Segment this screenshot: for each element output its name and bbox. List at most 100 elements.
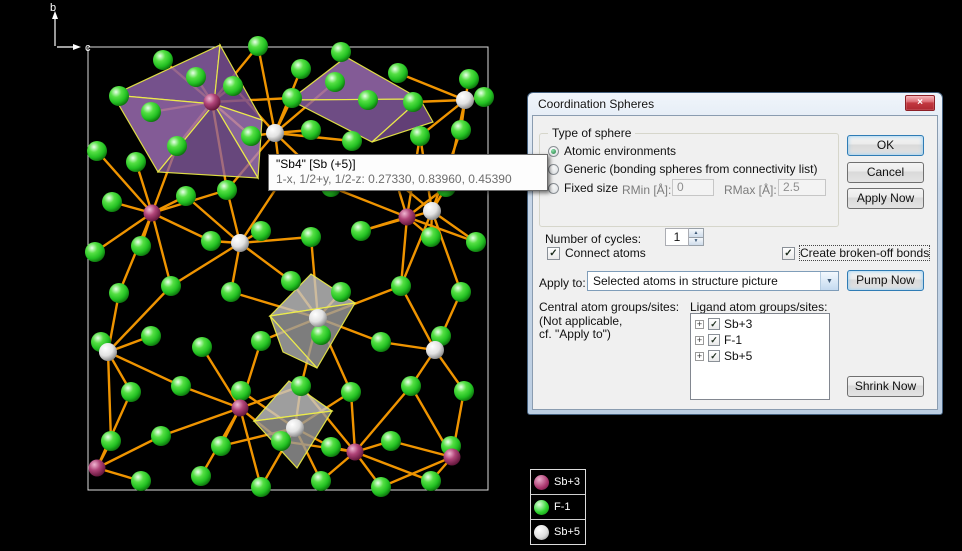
checkbox-checked-icon[interactable]: ✓ <box>708 350 720 362</box>
atom-f1[interactable] <box>291 376 311 396</box>
atom-f1[interactable] <box>282 88 302 108</box>
atom-f1[interactable] <box>331 42 351 62</box>
close-button[interactable]: × <box>905 95 935 111</box>
atom-f1[interactable] <box>223 76 243 96</box>
atom-f1[interactable] <box>454 381 474 401</box>
atom-f1[interactable] <box>102 192 122 212</box>
checkbox-checked-icon[interactable]: ✓ <box>708 334 720 346</box>
atom-f1[interactable] <box>251 221 271 241</box>
atom-f1[interactable] <box>403 92 423 112</box>
atom-f1[interactable] <box>281 271 301 291</box>
atom-f1[interactable] <box>109 283 129 303</box>
dialog-titlebar[interactable]: Coordination Spheres × <box>528 93 942 115</box>
atom-f1[interactable] <box>421 471 441 491</box>
atom-f1[interactable] <box>121 382 141 402</box>
atom-f1[interactable] <box>131 236 151 256</box>
atom-f1[interactable] <box>381 431 401 451</box>
atom-f1[interactable] <box>87 141 107 161</box>
ok-button[interactable]: OK <box>847 135 924 156</box>
list-item-sb3[interactable]: + ✓ Sb+3 <box>691 316 829 332</box>
atom-sb5[interactable] <box>456 91 474 109</box>
atom-f1[interactable] <box>171 376 191 396</box>
atom-f1[interactable] <box>291 59 311 79</box>
atom-f1[interactable] <box>176 186 196 206</box>
atom-f1[interactable] <box>126 152 146 172</box>
atom-sb3[interactable] <box>204 94 221 111</box>
atom-sb5[interactable] <box>309 309 327 327</box>
atom-f1[interactable] <box>217 180 237 200</box>
atom-f1[interactable] <box>371 332 391 352</box>
radio-generic[interactable]: Generic (bonding spheres from connectivi… <box>548 162 817 176</box>
atom-f1[interactable] <box>161 276 181 296</box>
atom-f1[interactable] <box>451 282 471 302</box>
list-item-f1[interactable]: + ✓ F-1 <box>691 332 829 348</box>
atom-f1[interactable] <box>271 431 291 451</box>
atom-f1[interactable] <box>371 477 391 497</box>
atom-sb5[interactable] <box>426 341 444 359</box>
atom-f1[interactable] <box>421 227 441 247</box>
atom-f1[interactable] <box>301 227 321 247</box>
atom-f1[interactable] <box>211 436 231 456</box>
atom-f1[interactable] <box>201 231 221 251</box>
radio-fixed-size[interactable]: Fixed size <box>548 181 618 195</box>
atom-f1[interactable] <box>358 90 378 110</box>
atom-f1[interactable] <box>109 86 129 106</box>
atom-f1[interactable] <box>342 131 362 151</box>
atom-sb5[interactable] <box>231 234 249 252</box>
atom-f1[interactable] <box>331 282 351 302</box>
atom-f1[interactable] <box>321 437 341 457</box>
atom-sb3[interactable] <box>89 460 106 477</box>
atom-f1[interactable] <box>167 136 187 156</box>
atom-f1[interactable] <box>151 426 171 446</box>
chevron-down-icon[interactable]: ▼ <box>820 272 838 290</box>
expand-icon[interactable]: + <box>695 352 704 361</box>
atom-f1[interactable] <box>221 282 241 302</box>
broken-bonds-checkbox[interactable]: ✓ Create broken-off bonds <box>782 246 929 260</box>
atom-f1[interactable] <box>85 242 105 262</box>
atom-f1[interactable] <box>351 221 371 241</box>
apply-to-select[interactable]: Selected atoms in structure picture ▼ <box>587 271 839 291</box>
atom-f1[interactable] <box>311 471 331 491</box>
atom-f1[interactable] <box>248 36 268 56</box>
atom-f1[interactable] <box>241 126 261 146</box>
checkbox-checked-icon[interactable]: ✓ <box>708 318 720 330</box>
cancel-button[interactable]: Cancel <box>847 162 924 183</box>
atom-sb5[interactable] <box>266 124 284 142</box>
atom-f1[interactable] <box>153 50 173 70</box>
atom-sb3[interactable] <box>232 400 249 417</box>
spin-down-button[interactable]: ▼ <box>689 237 704 247</box>
atom-sb5[interactable] <box>423 202 441 220</box>
atom-f1[interactable] <box>251 331 271 351</box>
atom-f1[interactable] <box>141 102 161 122</box>
cycles-value[interactable]: 1 <box>665 228 689 246</box>
atom-sb5[interactable] <box>99 343 117 361</box>
expand-icon[interactable]: + <box>695 320 704 329</box>
shrink-now-button[interactable]: Shrink Now <box>847 376 924 397</box>
atom-f1[interactable] <box>251 477 271 497</box>
atom-f1[interactable] <box>391 276 411 296</box>
atom-f1[interactable] <box>474 87 494 107</box>
atom-f1[interactable] <box>388 63 408 83</box>
atom-f1[interactable] <box>325 72 345 92</box>
cycles-spinner[interactable]: 1 ▲ ▼ <box>665 228 704 246</box>
spin-up-button[interactable]: ▲ <box>689 228 704 237</box>
radio-atomic-environments[interactable]: Atomic environments <box>548 144 676 158</box>
ligand-list[interactable]: + ✓ Sb+3 + ✓ F-1 + ✓ Sb+5 <box>690 313 830 400</box>
atom-f1[interactable] <box>186 67 206 87</box>
atom-f1[interactable] <box>459 69 479 89</box>
apply-now-button[interactable]: Apply Now <box>847 188 924 209</box>
atom-f1[interactable] <box>401 376 421 396</box>
atom-f1[interactable] <box>231 381 251 401</box>
atom-sb5[interactable] <box>286 419 304 437</box>
atom-f1[interactable] <box>451 120 471 140</box>
connect-atoms-checkbox[interactable]: ✓ Connect atoms <box>547 246 646 260</box>
atom-f1[interactable] <box>301 120 321 140</box>
atom-sb3[interactable] <box>347 444 364 461</box>
atom-sb3[interactable] <box>444 449 461 466</box>
atom-f1[interactable] <box>466 232 486 252</box>
pump-now-button[interactable]: Pump Now <box>847 270 924 291</box>
atom-f1[interactable] <box>410 126 430 146</box>
atom-f1[interactable] <box>311 325 331 345</box>
atom-sb3[interactable] <box>144 205 161 222</box>
atom-f1[interactable] <box>191 466 211 486</box>
